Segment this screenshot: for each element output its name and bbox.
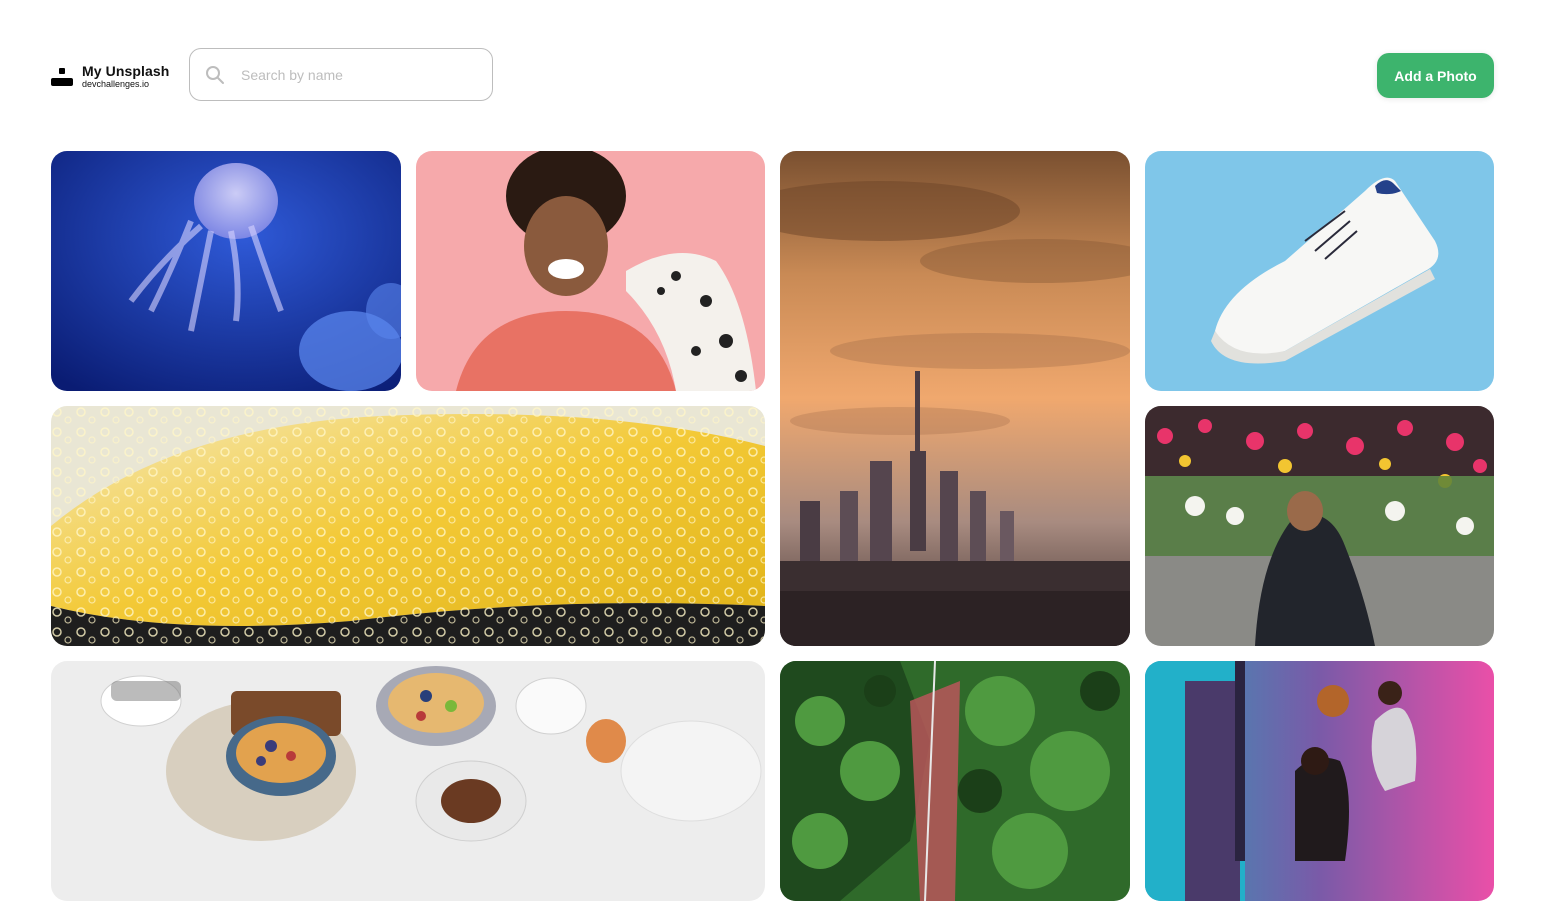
photo-green-foliage[interactable]: [780, 661, 1130, 901]
brand-logo[interactable]: My Unsplash devchallenges.io: [51, 62, 169, 90]
photo-white-sneaker[interactable]: [1145, 151, 1494, 391]
brand-text: My Unsplash devchallenges.io: [82, 64, 169, 89]
photo-basketball-players[interactable]: [1145, 661, 1494, 901]
photo-flower-memorial[interactable]: [1145, 406, 1494, 646]
photo-grid: [51, 151, 1494, 901]
top-bar: My Unsplash devchallenges.io Add a Photo: [0, 0, 1546, 140]
photo-jellyfish[interactable]: [51, 151, 401, 391]
photo-lemon-slices-sparkling-water[interactable]: [51, 406, 765, 646]
brand-subtitle: devchallenges.io: [82, 78, 150, 89]
photo-breakfast-table[interactable]: [51, 661, 765, 901]
photo-woman-with-dalmatian[interactable]: [416, 151, 765, 391]
search-icon: [206, 65, 224, 84]
brand-title: My Unsplash: [82, 62, 170, 79]
search-input[interactable]: [239, 65, 463, 84]
add-photo-button[interactable]: Add a Photo: [1377, 53, 1494, 98]
photo-city-skyline-sunset[interactable]: [780, 151, 1130, 646]
user-icon: [51, 66, 73, 86]
search-box[interactable]: [189, 48, 493, 101]
